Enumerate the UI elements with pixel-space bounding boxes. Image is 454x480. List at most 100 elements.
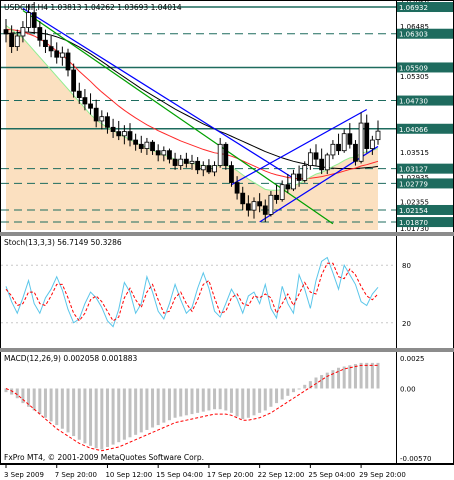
candle-body xyxy=(274,194,279,200)
candle-body xyxy=(217,143,223,166)
candle-body xyxy=(206,165,212,173)
candle-body xyxy=(234,182,240,194)
macd-histogram-bar xyxy=(207,388,211,411)
macd-histogram-bar xyxy=(162,388,166,423)
macd-histogram-bar xyxy=(229,388,233,413)
macd-histogram-bar xyxy=(224,388,228,411)
macd-histogram-bar xyxy=(297,388,301,390)
x-tick-label: 22 Sep 12:00 xyxy=(258,471,305,479)
macd-histogram-bar xyxy=(370,362,374,389)
macd-histogram-bar xyxy=(55,388,59,426)
macd-histogram-bar xyxy=(72,388,76,437)
x-tick-label: 3 Sep 2009 xyxy=(4,471,44,479)
candle-body xyxy=(155,150,161,156)
macd-histogram-bar xyxy=(337,367,341,389)
candle-body xyxy=(20,27,26,37)
candle-body xyxy=(212,165,217,173)
macd-histogram-bar xyxy=(320,375,324,389)
candle-body xyxy=(229,165,234,183)
macd-histogram-bar xyxy=(325,372,329,389)
candle-body xyxy=(336,143,341,152)
macd-histogram-bar xyxy=(241,388,245,419)
macd-histogram-bar xyxy=(365,362,369,389)
candle-body xyxy=(99,116,105,122)
macd-histogram-bar xyxy=(167,388,171,421)
stoch-main-line xyxy=(5,256,379,328)
level-tag-label: 1.04730 xyxy=(399,98,428,106)
macd-histogram-bar xyxy=(263,388,267,411)
candle-body xyxy=(116,131,122,137)
macd-histogram-bar xyxy=(151,388,155,428)
candle-body xyxy=(82,97,88,105)
macd-histogram-bar xyxy=(184,388,188,416)
candle-body xyxy=(240,192,246,205)
macd-histogram-bar xyxy=(252,388,256,416)
candle-body xyxy=(183,158,189,164)
macd-axis-label: 0.0025 xyxy=(400,355,425,363)
macd-histogram-bar xyxy=(303,384,307,389)
macd-histogram-bar xyxy=(128,388,132,438)
candle-body xyxy=(195,160,201,171)
macd-histogram-bar xyxy=(258,388,262,413)
candle-body xyxy=(296,173,302,181)
macd-histogram-bar xyxy=(213,388,217,410)
macd-histogram-bar xyxy=(60,388,64,429)
x-tick-label: 15 Sep 04:00 xyxy=(156,471,203,479)
macd-histogram-bar xyxy=(190,388,194,415)
candle-body xyxy=(341,133,347,152)
candle-body xyxy=(48,46,54,52)
macd-histogram-bar xyxy=(173,388,177,418)
level-tag-label: 1.03127 xyxy=(399,166,428,174)
candle-body xyxy=(76,90,82,98)
macd-histogram-bar xyxy=(201,388,205,412)
macd-histogram-bar xyxy=(77,388,81,440)
level-tag-label: 1.06932 xyxy=(399,4,428,12)
candle-body xyxy=(319,158,325,171)
candle-body xyxy=(150,141,155,152)
macd-axis-label: 0.00 xyxy=(400,385,416,393)
candle-body xyxy=(347,133,353,145)
candle-body xyxy=(268,194,274,215)
macd-histogram-bar xyxy=(348,365,352,389)
macd-histogram-bar xyxy=(291,388,295,393)
macd-histogram-bar xyxy=(235,388,239,417)
macd-histogram-bar xyxy=(139,388,143,433)
price-axis-tick-label: 1.05305 xyxy=(400,73,429,81)
macd-histogram-bar xyxy=(134,388,138,435)
x-tick-label: 25 Sep 04:00 xyxy=(308,471,355,479)
candle-body xyxy=(88,103,93,109)
chart-root: 1.070501.064851.053051.047301.035151.029… xyxy=(0,0,454,480)
candle-body xyxy=(262,205,268,215)
macd-axis-label: -0.00570 xyxy=(400,455,431,463)
candle-body xyxy=(223,143,229,166)
macd-histogram-bar xyxy=(83,388,87,444)
candle-body xyxy=(364,122,370,149)
candle-body xyxy=(257,201,263,207)
level-tag-label: 1.06303 xyxy=(399,31,428,39)
macd-histogram-bar xyxy=(43,388,47,418)
macd-histogram-bar xyxy=(376,362,380,389)
macd-histogram-bar xyxy=(196,388,200,413)
candle-body xyxy=(54,50,60,58)
candle-body xyxy=(161,150,167,156)
candle-body xyxy=(26,12,31,28)
macd-histogram-bar xyxy=(246,388,250,418)
candle-body xyxy=(375,130,381,141)
x-tick-label: 17 Sep 20:00 xyxy=(207,471,254,479)
macd-histogram-bar xyxy=(89,388,93,446)
macd-header: MACD(12,26,9) 0.002058 0.001883 xyxy=(4,354,138,363)
macd-histogram-bar xyxy=(156,388,160,426)
candle-body xyxy=(138,143,144,149)
candle-body xyxy=(307,152,313,166)
footer-copyright: FxPro MT4, © 2001-2009 MetaQuotes Softwa… xyxy=(4,453,204,462)
candle-body xyxy=(358,122,364,162)
candle-body xyxy=(178,158,184,166)
level-tag-label: 1.02154 xyxy=(399,207,428,215)
level-tag-label: 1.02779 xyxy=(399,180,428,188)
candle-body xyxy=(200,165,206,171)
macd-histogram-bar xyxy=(122,388,126,440)
candle-body xyxy=(279,184,285,200)
macd-histogram-bar xyxy=(353,364,357,389)
macd-histogram-bar xyxy=(145,388,149,430)
pane-separator-2 xyxy=(0,348,454,352)
